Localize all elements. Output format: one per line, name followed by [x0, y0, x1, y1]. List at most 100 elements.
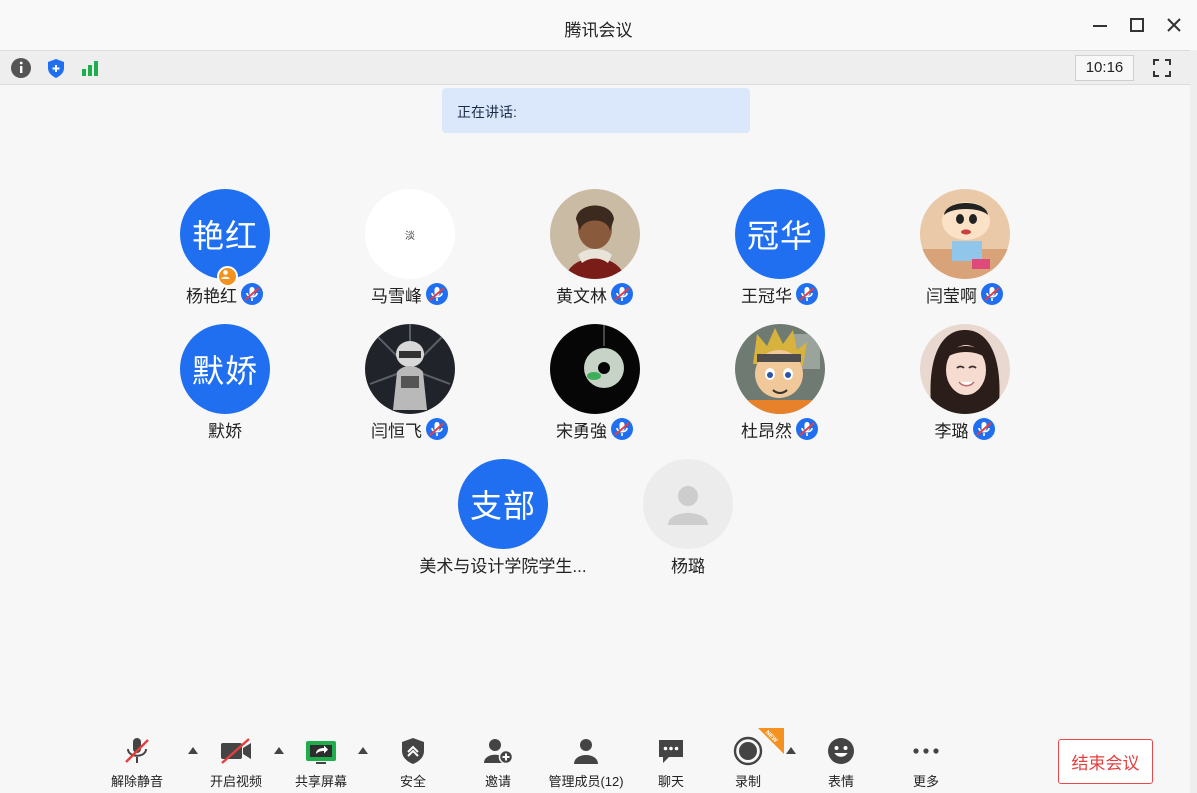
info-icon — [11, 58, 31, 78]
speaking-label: 正在讲话: — [457, 104, 517, 120]
window-title: 腾讯会议 — [564, 21, 633, 40]
share-screen-button[interactable]: 共享屏幕 — [290, 736, 352, 789]
control-bar: 解除静音 开启视频 共享屏幕 安全 邀请 管理成员(12) 聊天 录制 NEW … — [0, 728, 1197, 793]
invite-label: 邀请 — [484, 774, 511, 789]
mic-muted-icon — [426, 283, 448, 305]
smiling-girl-avatar — [920, 324, 1010, 414]
start-video-button[interactable]: 开启视频 — [205, 736, 267, 789]
member-name-row: 宋勇強 — [515, 416, 675, 442]
portrait-girl-avatar — [550, 189, 640, 279]
share-screen-label: 共享屏幕 — [294, 774, 347, 789]
window-edge — [1190, 50, 1197, 793]
reactions-button[interactable]: 表情 — [813, 736, 869, 789]
member-name-row: 李璐 — [885, 416, 1045, 442]
mic-muted-icon — [796, 283, 818, 305]
member-name: 黄文林 — [556, 286, 607, 306]
signal-bars-icon — [82, 61, 98, 76]
record-label: 录制 — [734, 774, 761, 789]
share-screen-icon — [306, 741, 336, 764]
avatar: 淡 — [365, 189, 455, 279]
member-name-row: 杨艳红 — [145, 281, 305, 307]
mic-muted-icon — [426, 418, 448, 440]
default-person-avatar — [643, 459, 733, 549]
member-name: 杨璐 — [671, 556, 705, 576]
member-name-row: 杜昂然 — [700, 416, 860, 442]
anime-boy-avatar — [735, 324, 825, 414]
members-icon — [574, 739, 598, 764]
member-name: 李璐 — [934, 421, 969, 441]
mic-muted-icon — [241, 283, 263, 305]
meeting-info-button[interactable] — [9, 56, 33, 80]
video-options-caret[interactable] — [274, 747, 284, 754]
more-label: 更多 — [912, 774, 939, 789]
member-name: 美术与设计学院学生... — [419, 556, 587, 576]
new-badge: NEW — [758, 728, 784, 754]
minimize-button[interactable] — [1087, 12, 1113, 38]
manage-members-button[interactable]: 管理成员(12) — [544, 736, 628, 789]
maximize-button[interactable] — [1124, 12, 1150, 38]
add-person-icon — [484, 739, 514, 765]
person-placeholder-icon — [668, 486, 708, 525]
fullscreen-icon — [1153, 59, 1171, 77]
mic-muted-icon — [611, 283, 633, 305]
member-name: 杨艳红 — [186, 286, 237, 306]
avatar: 默娇 — [180, 324, 270, 414]
mic-off-icon — [125, 738, 149, 763]
mic-muted-icon — [611, 418, 633, 440]
reactions-label: 表情 — [827, 774, 854, 789]
invite-button[interactable]: 邀请 — [470, 736, 526, 789]
minimize-icon — [1093, 25, 1107, 27]
member-name: 王冠华 — [741, 286, 792, 306]
end-meeting-button[interactable]: 结束会议 — [1058, 739, 1153, 784]
mic-muted-icon — [972, 418, 995, 440]
security-button[interactable]: 安全 — [385, 736, 441, 789]
chat-label: 聊天 — [657, 774, 684, 789]
close-icon — [1167, 18, 1181, 32]
member-name: 默娇 — [208, 421, 242, 441]
close-button[interactable] — [1161, 12, 1187, 38]
meeting-info-bar: 10:16 — [0, 50, 1190, 85]
member-name-row: 闫莹啊 — [885, 281, 1045, 307]
astronaut-avatar — [365, 324, 455, 414]
shield-icon — [48, 59, 64, 78]
fullscreen-button[interactable] — [1150, 56, 1174, 80]
mic-muted-icon — [981, 283, 1003, 305]
member-name-row: 黄文林 — [515, 281, 675, 307]
security-label: 安全 — [399, 774, 426, 789]
chat-icon — [659, 740, 683, 763]
encryption-button[interactable] — [44, 56, 68, 80]
start-video-label: 开启视频 — [209, 774, 262, 789]
security-shield-icon — [402, 738, 424, 764]
member-name-row: 王冠华 — [700, 281, 860, 307]
smiley-icon — [828, 738, 854, 764]
avatar: 冠华 — [735, 189, 825, 279]
chat-button[interactable]: 聊天 — [643, 736, 699, 789]
member-name-row: 美术与设计学院学生... — [419, 551, 586, 577]
unmute-button[interactable]: 解除静音 — [106, 736, 168, 789]
member-name-row: 杨璐 — [608, 551, 768, 577]
avatar: 支部 — [458, 459, 548, 549]
network-status-button[interactable] — [78, 56, 102, 80]
member-name: 闫恒飞 — [371, 421, 422, 441]
title-bar: 腾讯会议 — [0, 0, 1197, 50]
record-options-caret[interactable] — [786, 747, 796, 754]
manage-members-label: 管理成员(12) — [548, 774, 624, 789]
member-name: 宋勇強 — [556, 421, 607, 441]
member-name-row: 默娇 — [145, 416, 305, 442]
more-button[interactable]: 更多 — [898, 736, 954, 789]
share-options-caret[interactable] — [358, 747, 368, 754]
member-name-row: 马雪峰 — [330, 281, 490, 307]
jade-pendant-avatar — [550, 324, 640, 414]
audio-options-caret[interactable] — [188, 747, 198, 754]
member-name-row: 闫恒飞 — [330, 416, 490, 442]
member-name: 杜昂然 — [741, 421, 792, 441]
unmute-label: 解除静音 — [110, 774, 163, 789]
video-off-icon — [221, 738, 251, 764]
more-dots-icon — [913, 748, 939, 754]
maximize-icon — [1130, 18, 1144, 32]
member-name: 马雪峰 — [371, 286, 422, 306]
meeting-timer: 10:16 — [1075, 55, 1134, 81]
speaking-indicator: 正在讲话: — [442, 88, 750, 133]
cartoon-avatar — [920, 189, 1010, 279]
mic-muted-icon — [796, 418, 818, 440]
